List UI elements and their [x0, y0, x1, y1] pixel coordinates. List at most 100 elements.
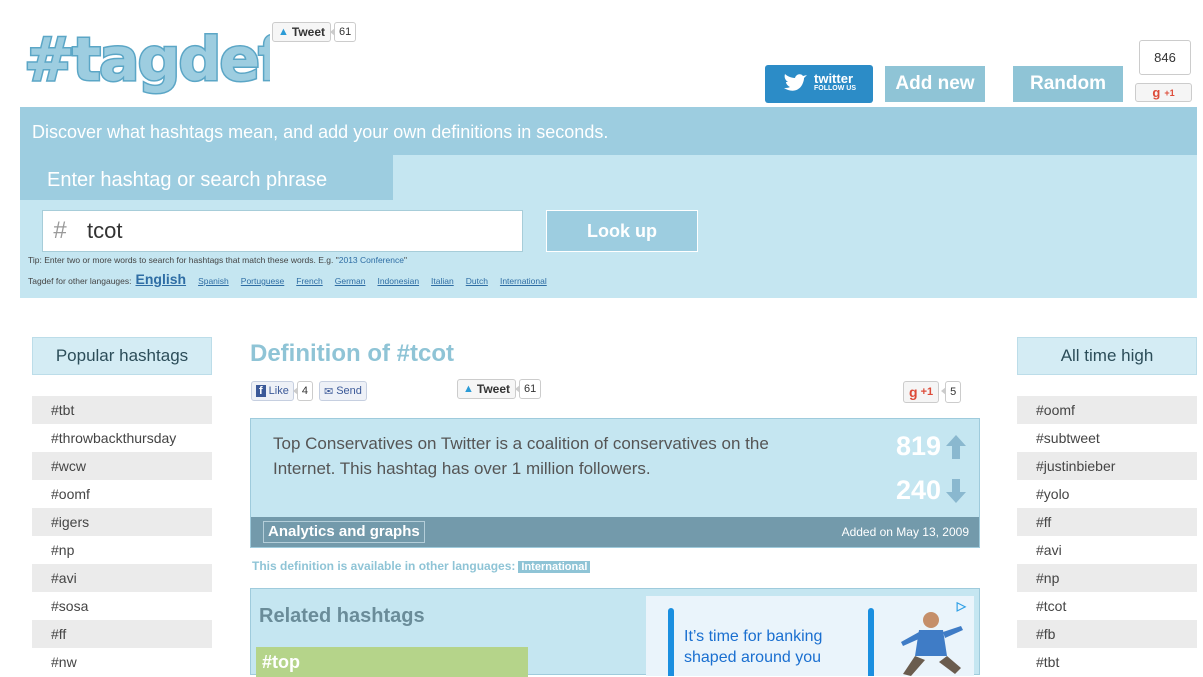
tweet-count: 61 — [514, 379, 542, 399]
advertisement[interactable]: It’s time for banking shaped around you … — [646, 596, 974, 676]
hero-tagline: Discover what hashtags mean, and add you… — [32, 122, 609, 142]
facebook-icon: f — [256, 385, 266, 397]
facebook-like-button[interactable]: f Like — [251, 381, 294, 401]
ad-accent — [868, 608, 874, 676]
send-icon: ✉ — [323, 385, 334, 398]
search-hero: Discover what hashtags mean, and add you… — [20, 107, 1197, 298]
definition-tweet-widget[interactable]: ▲ Tweet 61 — [457, 379, 542, 399]
ad-text-line: shaped around you — [684, 649, 821, 666]
tweet-count: 61 — [329, 22, 357, 42]
ad-person-image — [901, 612, 963, 676]
gplus-icon: g — [1152, 85, 1161, 100]
all-time-high: All time high #oomf #subtweet #justinbie… — [1017, 337, 1197, 676]
header-tweet-widget[interactable]: ▲ Tweet 61 — [272, 22, 357, 42]
list-item[interactable]: #tbt — [1017, 648, 1197, 676]
list-item[interactable]: #np — [1017, 564, 1197, 592]
definition-box: Top Conservatives on Twitter is a coalit… — [250, 418, 980, 548]
definition-gplus-widget[interactable]: g +1 5 — [903, 381, 962, 403]
search-tip: Tip: Enter two or more words to search f… — [28, 255, 407, 265]
language-indonesian[interactable]: Indonesian — [377, 276, 419, 286]
available-label: This definition is available in other la… — [252, 559, 516, 573]
twitter-bird-icon: ▲ — [278, 26, 289, 38]
language-dutch[interactable]: Dutch — [466, 276, 488, 286]
popular-hashtags-list: #tbt #throwbackthursday #wcw #oomf #iger… — [32, 396, 212, 676]
language-international[interactable]: International — [500, 276, 547, 286]
list-item[interactable]: #nw — [32, 648, 212, 676]
tweet-label: Tweet — [291, 25, 326, 39]
tweet-button[interactable]: ▲ Tweet — [272, 22, 332, 42]
list-item[interactable]: #igers — [32, 508, 212, 536]
tweet-button[interactable]: ▲ Tweet — [457, 379, 517, 399]
list-item[interactable]: #throwbackthursday — [32, 424, 212, 452]
added-date: Added on May 13, 2009 — [841, 525, 969, 539]
list-item[interactable]: #sosa — [32, 592, 212, 620]
hash-icon: # — [53, 217, 67, 244]
language-spanish[interactable]: Spanish — [198, 276, 229, 286]
tip-example-link[interactable]: 2013 Conference — [339, 255, 404, 265]
gplus-count-bubble: 846 — [1139, 40, 1191, 75]
language-portuguese[interactable]: Portuguese — [241, 276, 284, 286]
tip-prefix: Tip: Enter two or more words to search f… — [28, 255, 339, 265]
language-english[interactable]: English — [136, 271, 187, 287]
facebook-send-label: Send — [336, 385, 362, 397]
arrow-down-icon[interactable] — [945, 478, 967, 504]
language-german[interactable]: German — [335, 276, 366, 286]
list-item[interactable]: #fb — [1017, 620, 1197, 648]
related-hashtags-title: Related hashtags — [259, 605, 425, 627]
gplus-count: 5 — [941, 381, 962, 403]
search-input[interactable] — [87, 216, 507, 246]
list-item[interactable]: #subtweet — [1017, 424, 1197, 452]
list-item[interactable]: #np — [32, 536, 212, 564]
ad-accent — [668, 608, 674, 676]
related-hashtags: Related hashtags #top It’s time for bank… — [250, 588, 980, 677]
logo-text: #tagdef — [24, 25, 270, 95]
facebook-widgets: f Like 4 ✉ Send — [251, 381, 367, 401]
popular-hashtags-title: Popular hashtags — [32, 337, 212, 375]
language-italian[interactable]: Italian — [431, 276, 454, 286]
random-button[interactable]: Random — [1013, 66, 1123, 102]
upvote[interactable]: 819 — [896, 431, 967, 462]
logo[interactable]: #tagdef — [20, 14, 289, 97]
lookup-button[interactable]: Look up — [546, 210, 698, 252]
list-item[interactable]: #wcw — [32, 452, 212, 480]
gplus-button[interactable]: g +1 — [1135, 83, 1192, 102]
ad-text: It’s time for banking shaped around you — [684, 626, 822, 668]
list-item[interactable]: #tcot — [1017, 592, 1197, 620]
list-item[interactable]: #ff — [1017, 508, 1197, 536]
language-tag-international[interactable]: International — [518, 561, 591, 573]
facebook-send-button[interactable]: ✉ Send — [318, 381, 367, 401]
analytics-button[interactable]: Analytics and graphs — [263, 521, 425, 543]
gplus-label: +1 — [1164, 87, 1175, 98]
language-french[interactable]: French — [296, 276, 322, 286]
list-item[interactable]: #ff — [32, 620, 212, 648]
page-title: Definition of #tcot — [250, 340, 454, 367]
twitter-bird-icon: ▲ — [463, 383, 474, 395]
twitter-bird-icon — [784, 74, 807, 91]
list-item[interactable]: #oomf — [1017, 396, 1197, 424]
popular-hashtags: Popular hashtags #tbt #throwbackthursday… — [32, 337, 212, 676]
list-item[interactable]: #yolo — [1017, 480, 1197, 508]
search-tab-label: Enter hashtag or search phrase — [47, 169, 328, 191]
gplus-button[interactable]: g +1 — [903, 381, 940, 403]
available-languages: This definition is available in other la… — [252, 559, 591, 573]
arrow-up-icon[interactable] — [945, 434, 967, 460]
list-item[interactable]: #oomf — [32, 480, 212, 508]
twitter-follow-button[interactable]: twitter FOLLOW US — [765, 65, 873, 103]
list-item[interactable]: #avi — [32, 564, 212, 592]
downvote-count: 240 — [895, 475, 941, 505]
gplus-label: +1 — [920, 386, 934, 398]
search-box[interactable]: # — [42, 210, 523, 252]
definition-text: Top Conservatives on Twitter is a coalit… — [273, 434, 769, 478]
facebook-like-count: 4 — [292, 381, 313, 401]
upvote-count: 819 — [895, 431, 941, 461]
ad-text-line: It’s time for banking — [684, 628, 823, 645]
add-new-button[interactable]: Add new — [885, 66, 985, 102]
tip-suffix: " — [403, 255, 407, 265]
definition-footer: Analytics and graphs Added on May 13, 20… — [251, 517, 979, 547]
related-hashtag-item[interactable]: #top — [256, 647, 528, 677]
downvote[interactable]: 240 — [896, 475, 967, 506]
list-item[interactable]: #avi — [1017, 536, 1197, 564]
list-item[interactable]: #justinbieber — [1017, 452, 1197, 480]
languages-label: Tagdef for other langauges: — [28, 276, 132, 286]
list-item[interactable]: #tbt — [32, 396, 212, 424]
